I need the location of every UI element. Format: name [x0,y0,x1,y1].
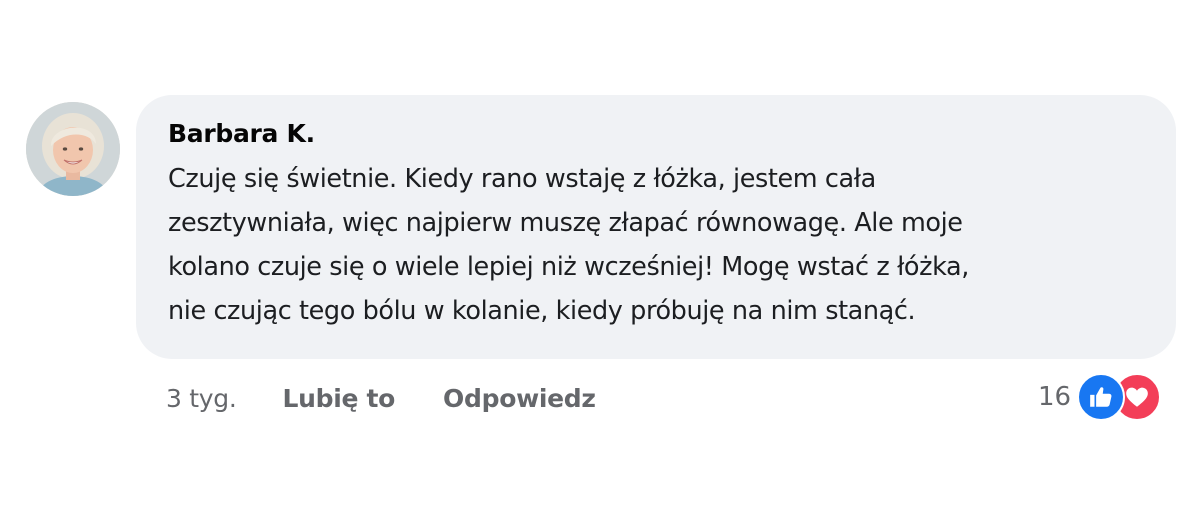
like-icon [1077,373,1126,421]
comment-timestamp[interactable]: 3 tyg. [166,384,237,413]
reactions-summary[interactable]: 16 [1038,373,1162,421]
like-button[interactable]: Lubię to [282,384,395,413]
avatar-photo [26,102,120,196]
comment: Barbara K. Czuję się świetnie. Kiedy ran… [0,0,1200,514]
avatar[interactable] [26,102,120,196]
comment-bubble: Barbara K. Czuję się świetnie. Kiedy ran… [136,95,1176,359]
reaction-count: 16 [1038,382,1072,412]
comment-text: Czuję się świetnie. Kiedy rano wstaję z … [168,164,969,326]
reply-button[interactable]: Odpowiedz [443,384,596,413]
comment-author[interactable]: Barbara K. [168,119,1144,149]
comment-actions: 3 tyg. Lubię to Odpowiedz [166,378,596,418]
